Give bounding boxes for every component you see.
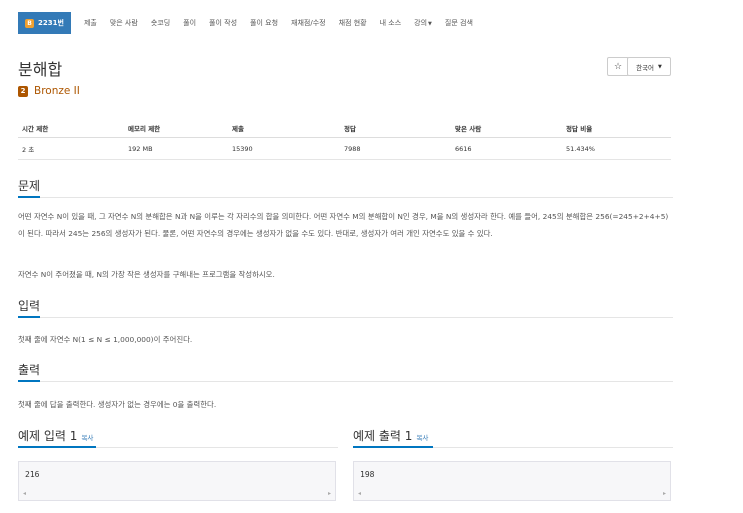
table-header: 시간 제한 메모리 제한 제출 정답 맞은 사람 정답 비율	[18, 118, 671, 138]
sample-output-box[interactable]: 198 ◂ ▸	[353, 461, 671, 501]
section-accent	[18, 446, 96, 448]
caret-down-icon: ▼	[658, 63, 662, 70]
nav-item-label: 2231번	[38, 19, 64, 27]
nav-item-submit[interactable]: 제출	[84, 18, 97, 28]
header-accept-ratio: 정답 비율	[566, 124, 593, 133]
bronze-tier-icon: 2	[18, 85, 28, 97]
solved-users-value: 6616	[455, 144, 472, 153]
star-icon: ☆	[613, 61, 623, 72]
language-dropdown[interactable]: 한국어 ▼	[627, 57, 671, 76]
nav-item-question-search[interactable]: 질문 검색	[445, 18, 473, 28]
nav-item-request-solution[interactable]: 풀이 요청	[250, 18, 278, 28]
scroll-right-icon[interactable]: ▸	[328, 490, 331, 497]
problem-tier: 2 Bronze II	[18, 85, 80, 97]
scroll-left-icon[interactable]: ◂	[23, 490, 26, 497]
tier-badge-icon: B	[25, 18, 34, 28]
nav-item-solutions[interactable]: 풀이	[183, 18, 196, 28]
header-memory-limit: 메모리 제한	[128, 124, 161, 133]
section-accent	[18, 196, 40, 198]
nav-item-my-source[interactable]: 내 소스	[380, 18, 402, 28]
time-limit-value: 2 초	[22, 145, 35, 154]
copy-output-link[interactable]: 복사	[416, 434, 428, 442]
section-title-output: 출력	[18, 363, 41, 377]
header-accepted: 정답	[344, 124, 356, 133]
nav-item-solved-users[interactable]: 맞은 사람	[110, 18, 138, 28]
copy-input-link[interactable]: 복사	[81, 434, 93, 442]
sample-input-value: 216	[25, 470, 40, 479]
caret-down-icon: ▼	[428, 21, 432, 27]
memory-limit-value: 192 MB	[128, 144, 153, 153]
section-accent	[353, 446, 433, 448]
sample-input-box[interactable]: 216 ◂ ▸	[18, 461, 336, 501]
output-description: 첫째 줄에 답을 출력한다. 생성자가 없는 경우에는 0을 출력한다.	[18, 400, 217, 409]
accepted-value: 7988	[344, 144, 361, 153]
scroll-left-icon[interactable]: ◂	[358, 490, 361, 497]
nav-item-problem[interactable]: B 2231번	[18, 12, 71, 34]
tier-label: Bronze II	[34, 85, 80, 97]
section-divider	[18, 197, 673, 198]
sample-output-value: 198	[360, 470, 375, 479]
header-solved-users: 맞은 사람	[455, 124, 482, 133]
input-description: 첫째 줄에 자연수 N(1 ≤ N ≤ 1,000,000)이 주어진다.	[18, 335, 193, 344]
star-button[interactable]: ☆	[607, 57, 629, 76]
sample-output-heading: 예제 출력 1 복사	[353, 427, 428, 444]
header-submissions: 제출	[232, 124, 244, 133]
header-time-limit: 시간 제한	[22, 124, 49, 133]
problem-info-table: 시간 제한 메모리 제한 제출 정답 맞은 사람 정답 비율 2 초 192 M…	[18, 118, 671, 160]
section-title-input: 입력	[18, 299, 41, 313]
section-divider	[18, 317, 673, 318]
nav-item-lectures[interactable]: 강의▼	[414, 18, 432, 28]
section-divider	[18, 381, 673, 382]
accept-ratio-value: 51.434%	[566, 144, 595, 153]
problem-menu: B 2231번 제출 맞은 사람 숏코딩 풀이 풀이 작성 풀이 요청 재채점/…	[18, 12, 473, 34]
nav-item-write-solution[interactable]: 풀이 작성	[209, 18, 237, 28]
problem-description: 어떤 자연수 N이 있을 때, 그 자연수 N의 분해합은 N과 N을 이루는 …	[18, 212, 669, 238]
section-accent	[18, 380, 40, 382]
table-row: 2 초 192 MB 15390 7988 6616 51.434%	[18, 138, 671, 160]
section-title-description: 문제	[18, 179, 41, 193]
submissions-value: 15390	[232, 144, 253, 153]
language-label: 한국어	[636, 63, 655, 72]
scroll-right-icon[interactable]: ▸	[663, 490, 666, 497]
nav-item-status[interactable]: 채점 현황	[339, 18, 367, 28]
nav-item-shortcoding[interactable]: 숏코딩	[151, 18, 170, 28]
sample-input-heading: 예제 입력 1 복사	[18, 427, 93, 444]
nav-item-rejudge[interactable]: 재채점/수정	[291, 18, 326, 28]
problem-title: 분해합	[18, 60, 63, 79]
section-accent	[18, 316, 40, 318]
sample-output-title: 예제 출력 1	[353, 429, 413, 443]
lectures-label: 강의	[414, 19, 428, 27]
sample-input-title: 예제 입력 1	[18, 429, 78, 443]
problem-description-2: 자연수 N이 주어졌을 때, N의 가장 작은 생성자를 구해내는 프로그램을 …	[18, 270, 275, 279]
